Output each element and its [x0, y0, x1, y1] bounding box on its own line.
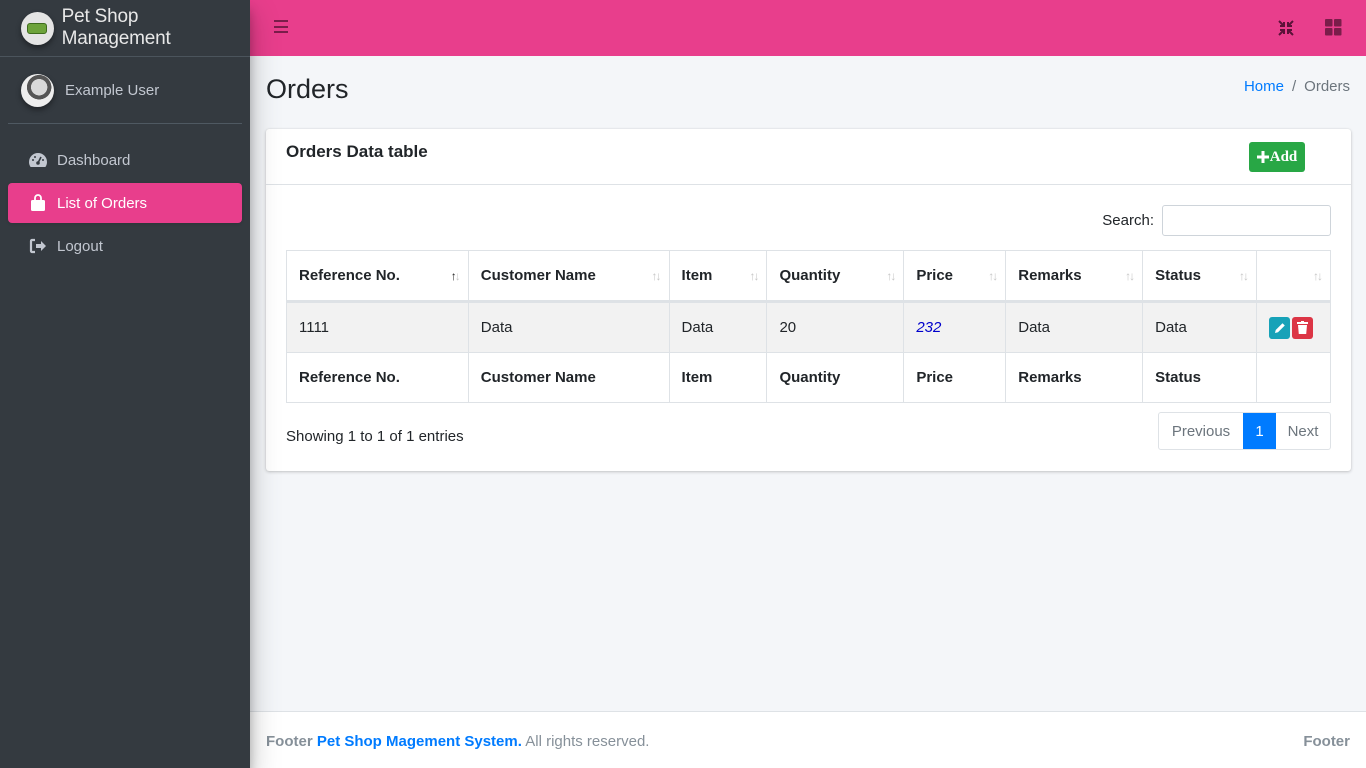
avatar [21, 73, 54, 107]
column-header-status[interactable]: Status ↑↓ [1142, 250, 1257, 303]
brand-link[interactable]: Pet Shop Management [0, 0, 250, 57]
sidebar-item-list-of-orders[interactable]: List of Orders [8, 183, 242, 223]
table-info: Showing 1 to 1 of 1 entries [286, 428, 464, 445]
add-button-label: Add [1269, 148, 1298, 165]
user-name[interactable]: Example User [65, 82, 159, 99]
cell-reference: 1111 [286, 301, 469, 353]
sort-asc-icon: ↑↓ [450, 269, 461, 283]
breadcrumb-current: Orders [1304, 78, 1350, 95]
sort-icon: ↑↓ [988, 269, 998, 283]
plus-icon [1256, 151, 1269, 163]
sidebar: Pet Shop Management Example User Dashboa… [0, 0, 250, 768]
sort-icon: ↑↓ [749, 269, 759, 283]
card-header: Orders Data table Add [266, 129, 1351, 185]
previous-page-button[interactable]: Previous [1159, 413, 1243, 449]
column-header-customer[interactable]: Customer Name ↑↓ [467, 250, 670, 303]
delete-button[interactable] [1292, 316, 1313, 339]
column-header-reference[interactable]: Reference No. ↑↓ [286, 250, 469, 303]
sidebar-item-dashboard[interactable]: Dashboard [8, 140, 242, 180]
sort-icon: ↑↓ [1125, 269, 1135, 283]
footer-link[interactable]: Pet Shop Magement System. [317, 733, 522, 750]
footer-header-quantity: Quantity [766, 352, 905, 403]
breadcrumb-separator: / [1291, 78, 1297, 95]
footer-header-item: Item [668, 352, 768, 403]
column-header-price[interactable]: Price ↑↓ [903, 250, 1007, 303]
table-row: 1111 Data Data 20 232 Data Data [286, 301, 1331, 353]
user-panel: Example User [8, 57, 242, 124]
sidebar-nav: Dashboard List of Orders Logout [0, 140, 250, 266]
add-button[interactable]: Add [1249, 142, 1305, 172]
top-navbar [250, 0, 1366, 56]
pagination: Previous 1 Next [1158, 412, 1331, 450]
cell-quantity: 20 [766, 301, 905, 353]
cell-item: Data [668, 301, 768, 353]
footer-header-remarks: Remarks [1005, 352, 1144, 403]
orders-table: Reference No. ↑↓ Customer Name ↑↓ Item ↑↓ Q… [286, 250, 1331, 403]
footer-header-status: Status [1142, 352, 1257, 403]
page-title: Orders [266, 74, 349, 104]
orders-card: Orders Data table Add Search: Reference … [266, 129, 1351, 471]
footer-header-reference: Reference No. [286, 352, 469, 403]
cell-price: 232 [903, 301, 1007, 353]
footer-header-price: Price [903, 352, 1007, 403]
footer-copyright: Footer Pet Shop Magement System. All rig… [266, 733, 649, 750]
breadcrumb: Home / Orders [1244, 78, 1350, 95]
trash-icon [1297, 321, 1308, 334]
cell-remarks: Data [1005, 301, 1144, 353]
table-header-row: Reference No. ↑↓ Customer Name ↑↓ Item ↑↓ Q… [286, 250, 1331, 303]
shopping-bag-icon [27, 194, 49, 212]
search-label: Search: [1102, 212, 1154, 229]
sidebar-item-logout[interactable]: Logout [8, 226, 242, 266]
hamburger-icon[interactable] [274, 20, 288, 33]
next-page-button[interactable]: Next [1276, 413, 1330, 449]
cell-customer: Data [467, 301, 670, 353]
cell-status: Data [1142, 301, 1257, 353]
edit-button[interactable] [1269, 316, 1290, 339]
footer-header-customer: Customer Name [467, 352, 670, 403]
column-header-item[interactable]: Item ↑↓ [668, 250, 768, 303]
search-input[interactable] [1162, 205, 1331, 236]
tachometer-icon [27, 151, 49, 169]
column-header-actions[interactable]: ↑↓ [1256, 250, 1331, 303]
footer-suffix: All rights reserved. [525, 733, 650, 750]
column-header-remarks[interactable]: Remarks ↑↓ [1005, 250, 1144, 303]
sort-icon: ↑↓ [651, 269, 662, 283]
table-footer-row: Reference No. Customer Name Item Quantit… [286, 352, 1331, 403]
sort-icon: ↑↓ [1239, 269, 1249, 283]
widgets-icon[interactable] [1325, 19, 1343, 37]
content-area: Orders Home / Orders Orders Data table A… [250, 56, 1366, 711]
sign-out-icon [27, 237, 49, 255]
sidebar-item-label: List of Orders [57, 194, 148, 212]
compress-icon[interactable] [1277, 19, 1295, 37]
sidebar-item-label: Logout [57, 237, 103, 255]
footer-prefix: Footer [266, 733, 313, 750]
footer: Footer Pet Shop Magement System. All rig… [250, 711, 1366, 768]
column-header-quantity[interactable]: Quantity ↑↓ [766, 250, 905, 303]
card-title: Orders Data table [286, 142, 428, 161]
pencil-icon [1274, 322, 1285, 333]
brand-logo [21, 11, 54, 45]
footer-header-actions [1256, 352, 1331, 403]
footer-right-text: Footer [1303, 733, 1350, 750]
sort-icon: ↑↓ [1313, 269, 1323, 283]
cell-actions [1256, 301, 1331, 353]
brand-title: Pet Shop Management [61, 6, 171, 49]
breadcrumb-home[interactable]: Home [1244, 78, 1284, 95]
page-1-button[interactable]: 1 [1243, 413, 1276, 449]
sidebar-item-label: Dashboard [57, 151, 131, 169]
sort-icon: ↑↓ [886, 269, 896, 283]
search-row: Search: [266, 205, 1331, 236]
